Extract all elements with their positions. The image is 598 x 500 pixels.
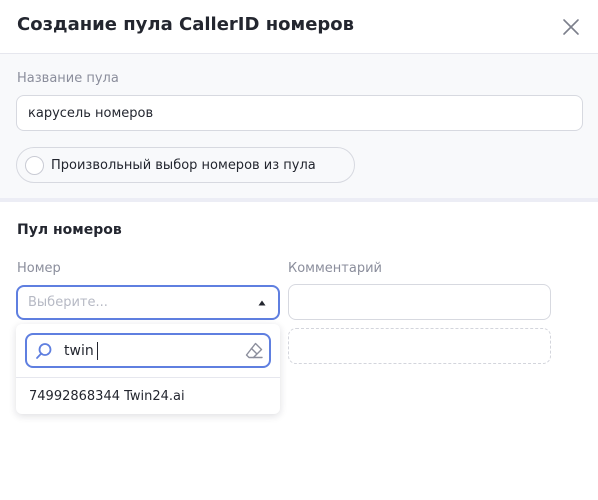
number-dropdown: twin 74992868344 Twin24.ai <box>16 324 280 414</box>
section-divider <box>0 198 598 202</box>
number-select[interactable]: Выберите... <box>16 285 280 320</box>
search-query: twin <box>64 343 94 359</box>
number-column-label: Номер <box>17 261 61 276</box>
pool-name-label: Название пула <box>17 71 119 86</box>
modal-header: Создание пула CallerID номеров <box>0 0 598 54</box>
radio-circle-icon[interactable] <box>25 155 44 175</box>
modal-title: Создание пула CallerID номеров <box>17 14 355 35</box>
close-button[interactable] <box>559 15 583 39</box>
comment-column-label: Комментарий <box>288 261 382 276</box>
dropdown-search-input[interactable]: twin <box>25 333 271 368</box>
pool-numbers-title: Пул номеров <box>17 222 122 238</box>
empty-row-slot <box>288 328 551 364</box>
random-choice-label: Произвольный выбор номеров из пула <box>51 157 316 173</box>
caret-up-icon <box>258 300 266 306</box>
text-cursor <box>97 342 98 360</box>
pool-name-input[interactable]: карусель номеров <box>16 95 583 131</box>
search-icon <box>36 343 52 359</box>
eraser-icon[interactable] <box>243 340 265 362</box>
random-choice-toggle[interactable]: Произвольный выбор номеров из пула <box>16 147 355 183</box>
dropdown-option[interactable]: 74992868344 Twin24.ai <box>16 378 280 414</box>
close-icon <box>563 19 579 35</box>
comment-input[interactable] <box>288 284 551 320</box>
number-select-placeholder: Выберите... <box>28 295 108 310</box>
